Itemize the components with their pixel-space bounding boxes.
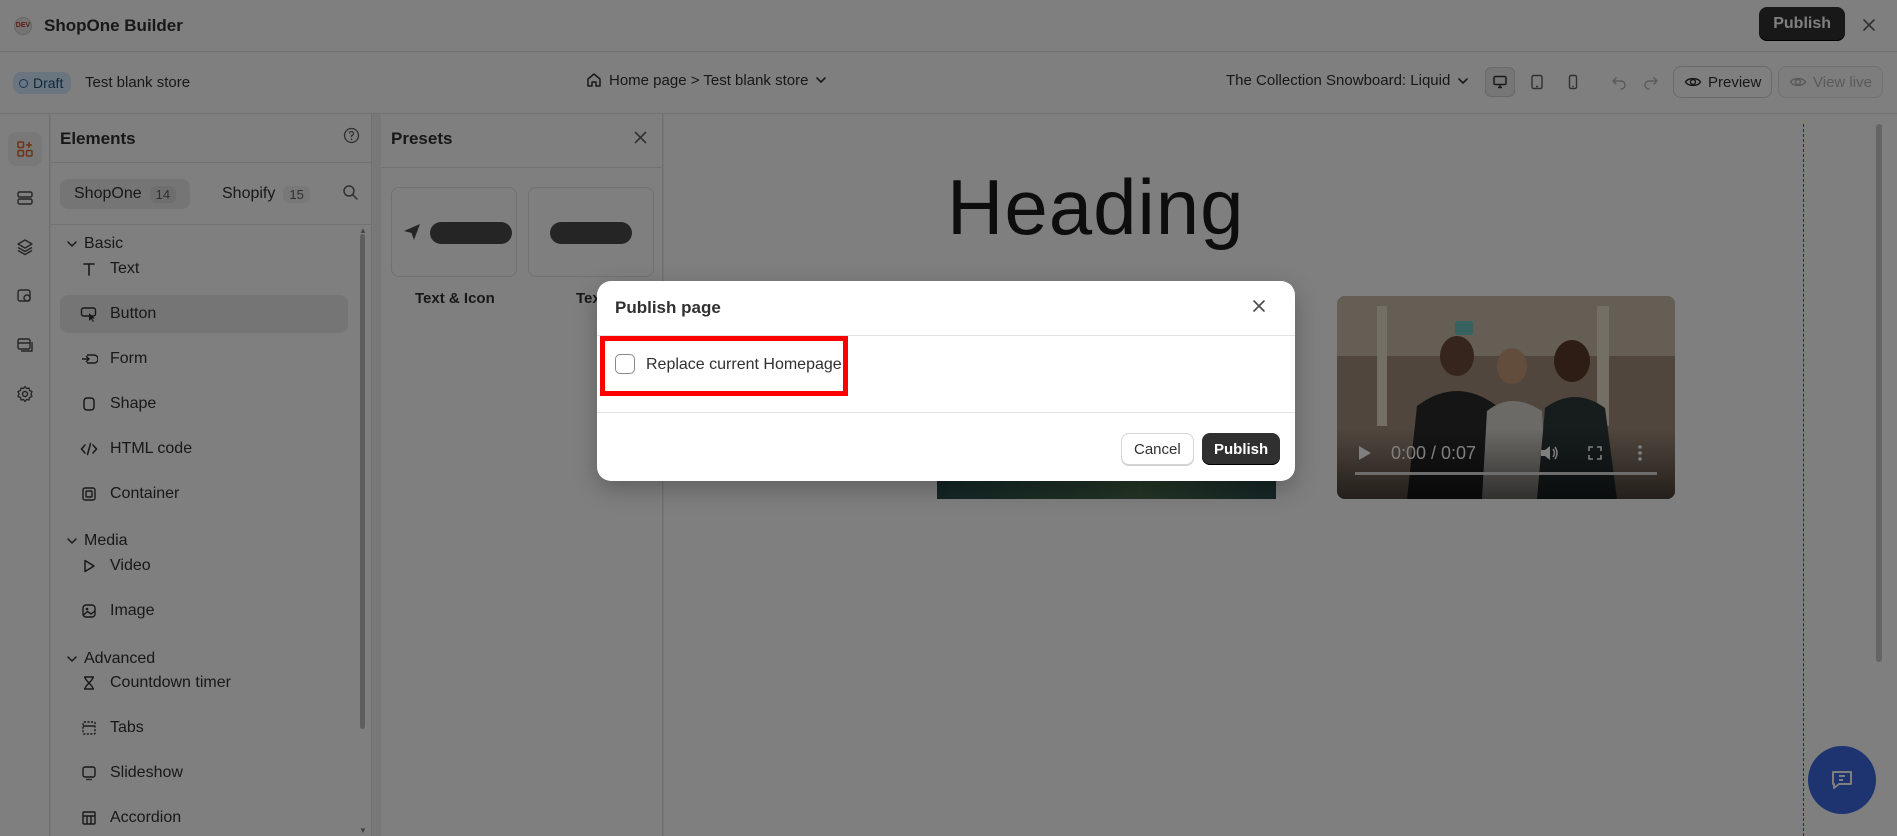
close-icon[interactable] xyxy=(1251,298,1267,317)
cancel-button[interactable]: Cancel xyxy=(1121,433,1194,465)
dialog-title: Publish page xyxy=(615,298,721,317)
publish-dialog: Publish page Replace current Homepage Ca… xyxy=(597,281,1295,481)
divider xyxy=(597,412,1295,413)
checkbox-label[interactable]: Replace current Homepage xyxy=(646,356,842,374)
publish-button[interactable]: Publish xyxy=(1202,433,1281,465)
replace-homepage-checkbox[interactable] xyxy=(615,354,635,374)
